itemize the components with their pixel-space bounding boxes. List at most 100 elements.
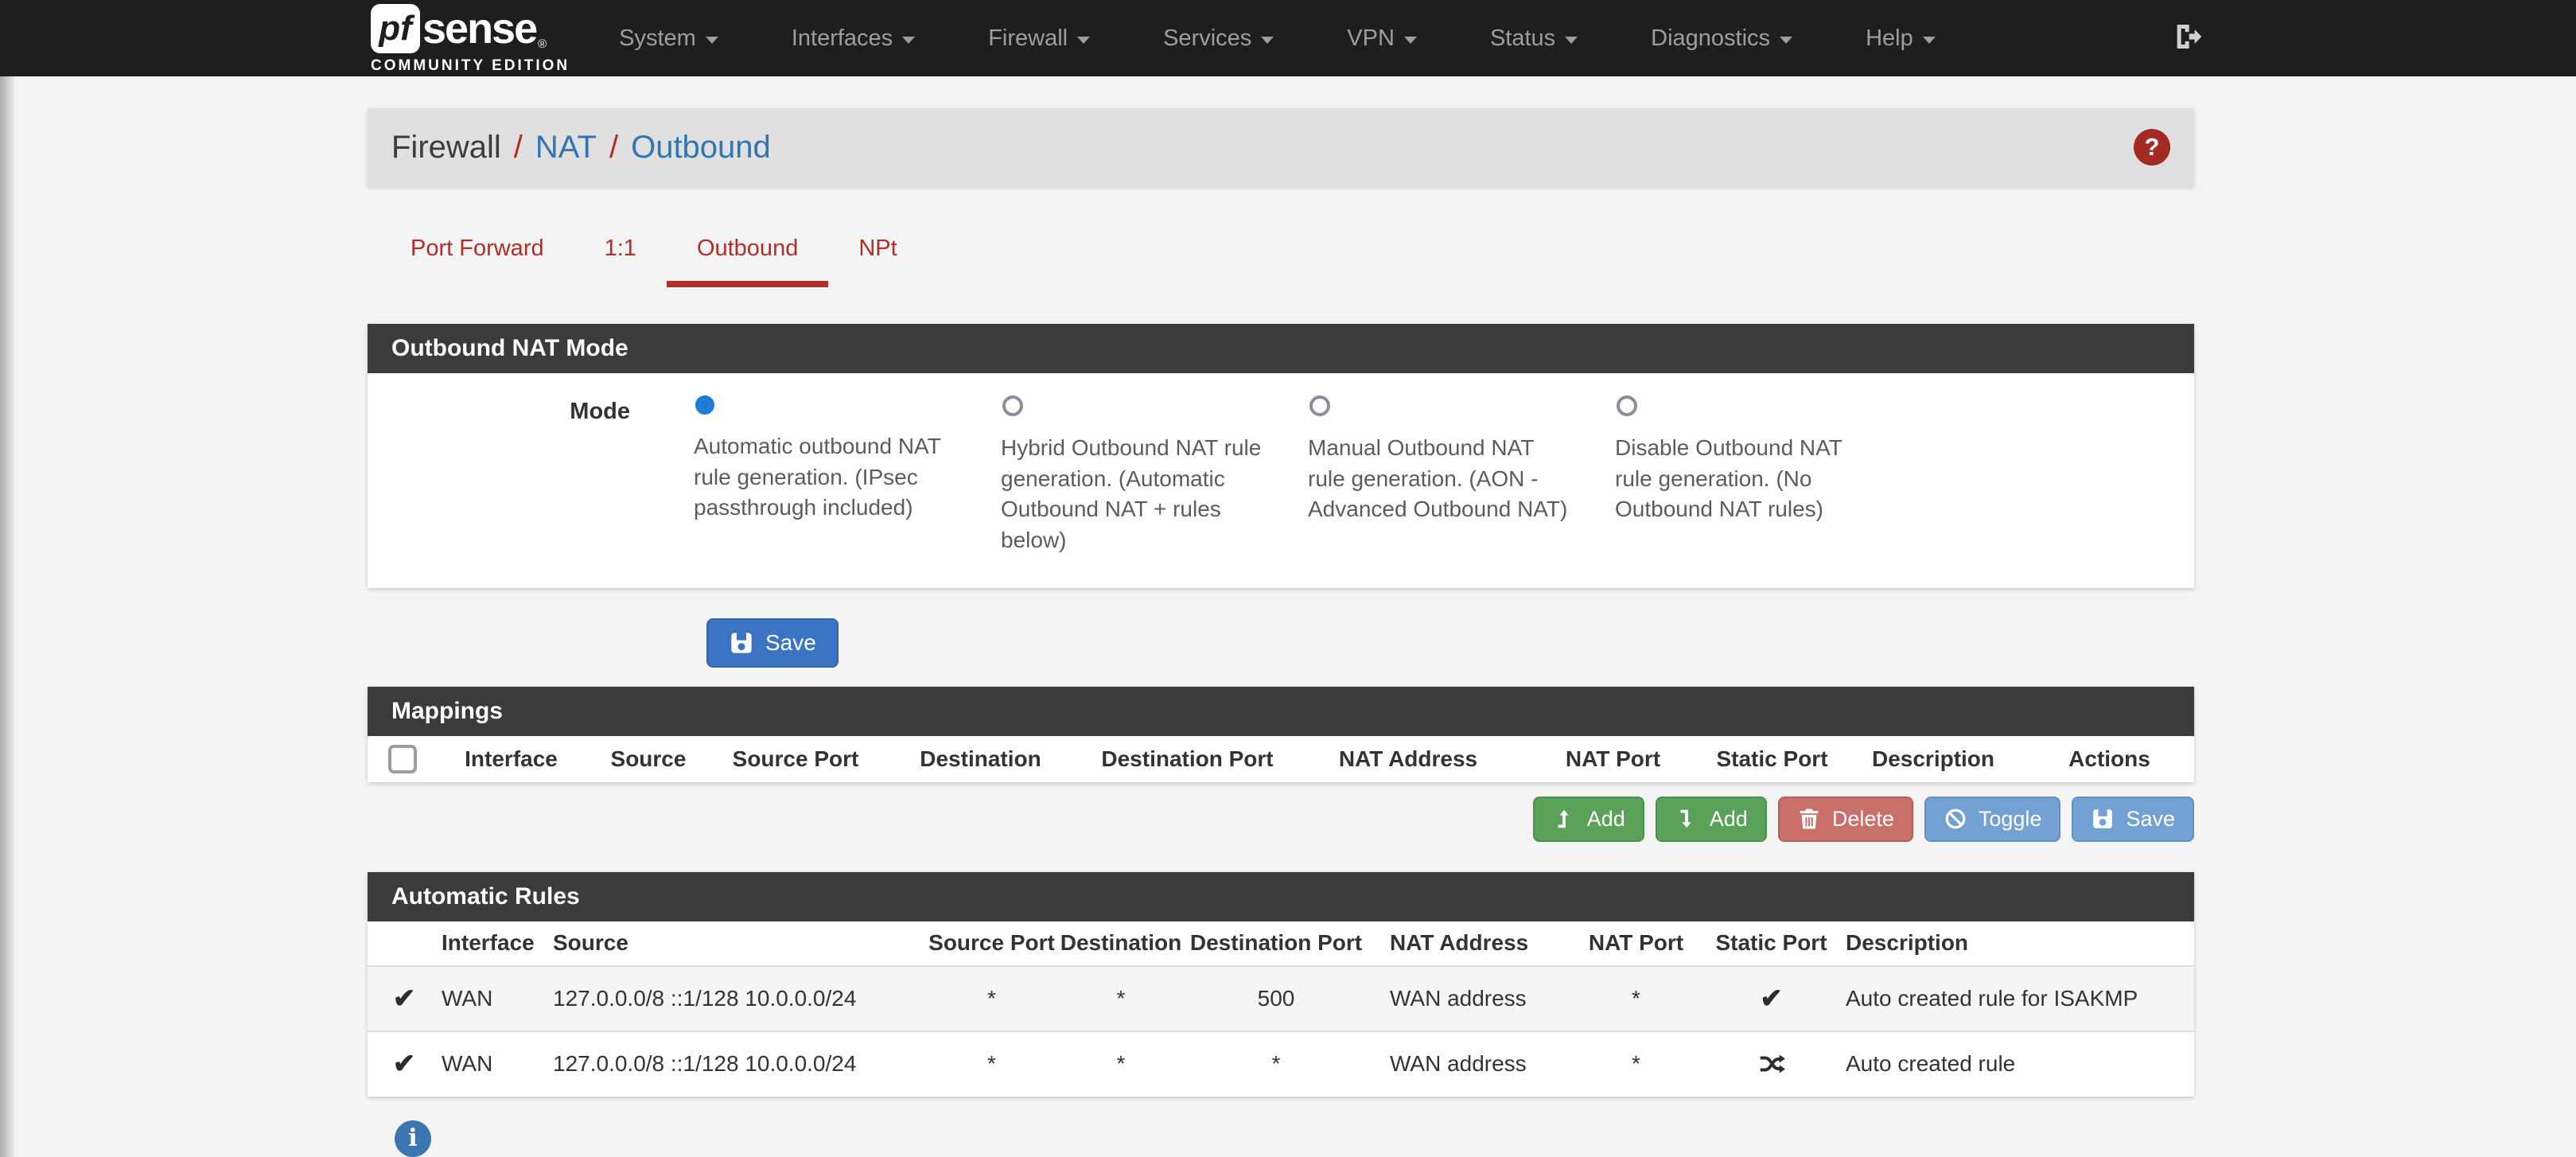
nav-item-label: Help [1866,25,1913,52]
cell-nat-port: * [1574,966,1698,1031]
cell-source-port: * [926,1031,1057,1097]
cell-source-port: * [926,966,1057,1031]
pfsense-logo-wordmark: pf sense ® [371,4,570,53]
level-down-icon [1675,807,1699,831]
cell-source: 127.0.0.0/8 ::1/128 10.0.0.0/24 [552,966,926,1031]
select-all-checkbox[interactable] [388,745,417,773]
nav-item-label: Diagnostics [1651,25,1770,52]
mode-radio-manual[interactable] [1309,395,1330,416]
nav-item-label: Status [1490,25,1555,52]
tab-npt[interactable]: NPt [828,236,927,287]
column-header: Interface [441,921,552,966]
community-edition-label: COMMUNITY EDITION [371,58,570,73]
info-icon: i [408,1124,417,1152]
column-header: Description [1842,736,2025,782]
top-navbar: pf sense ® COMMUNITY EDITION System Inte… [0,0,2576,76]
breadcrumb-bar: Firewall / NAT / Outbound ? [368,108,2194,186]
mappings-actions: Add Add Delete Toggle Save [368,797,2194,842]
sign-out-icon [2172,21,2204,56]
sense-wordmark: sense [422,7,536,50]
mode-radio-automatic[interactable] [695,395,714,415]
column-header: Destination [1057,921,1185,966]
cell-interface: WAN [441,966,552,1031]
add-rule-bottom-button[interactable]: Add [1656,797,1767,842]
chevron-down-icon [1077,37,1090,44]
add-button-label: Add [1710,807,1748,832]
save-button-label: Save [2126,807,2175,832]
save-icon [729,630,754,656]
column-header: Source Port [926,921,1057,966]
cell-nat-address: WAN address [1368,966,1574,1031]
nav-item-status[interactable]: Status [1490,25,1578,52]
chevron-down-icon [1923,37,1936,44]
toggle-button[interactable]: Toggle [1924,797,2061,842]
breadcrumb-link-nat[interactable]: NAT [535,130,597,166]
pfsense-logo[interactable]: pf sense ® COMMUNITY EDITION [371,4,570,73]
column-header: Static Port [1702,736,1842,782]
question-icon: ? [2145,133,2160,162]
panel-title: Automatic Rules [368,872,2194,921]
cell-destination-port: * [1185,1031,1368,1097]
shuffle-icon [1757,1050,1786,1074]
info-button[interactable]: i [395,1120,431,1157]
mappings-panel: Mappings Interface Source Source Port De… [368,687,2194,782]
nav-item-help[interactable]: Help [1866,25,1936,52]
breadcrumb-link-outbound[interactable]: Outbound [631,130,771,166]
level-up-icon [1552,807,1576,831]
status-column-header [368,921,441,966]
rule-enabled-check-icon: ✔ [393,984,416,1014]
column-header: Destination Port [1185,921,1368,966]
save-mappings-button[interactable]: Save [2072,797,2194,842]
tab-label: NPt [858,236,897,261]
mode-option-label: Manual Outbound NAT rule generation. (AO… [1308,433,1574,525]
tab-outbound[interactable]: Outbound [667,236,828,287]
column-header: Actions [2025,736,2194,782]
column-header: Description [1845,921,2194,966]
add-rule-top-button[interactable]: Add [1533,797,1644,842]
outbound-nat-mode-panel: Outbound NAT Mode Mode Automatic outboun… [368,324,2194,588]
chevron-down-icon [1780,37,1792,44]
nav-item-interfaces[interactable]: Interfaces [792,25,915,52]
column-header: NAT Address [1368,921,1574,966]
auto-rules-header-row: Interface Source Source Port Destination… [368,921,2194,966]
nav-item-diagnostics[interactable]: Diagnostics [1651,25,1792,52]
mode-radio-hybrid[interactable] [1002,395,1023,416]
cell-source: 127.0.0.0/8 ::1/128 10.0.0.0/24 [552,1031,926,1097]
nav-item-firewall[interactable]: Firewall [988,25,1090,52]
chevron-down-icon [1404,37,1417,44]
delete-button[interactable]: Delete [1778,797,1913,842]
breadcrumb-separator: / [609,130,618,166]
mode-option-automatic: Automatic outbound NAT rule generation. … [694,395,959,556]
mode-option-hybrid: Hybrid Outbound NAT rule generation. (Au… [1001,395,1267,556]
registered-mark: ® [538,38,547,50]
nav-item-label: VPN [1347,25,1395,52]
panel-title: Mappings [368,687,2194,736]
help-button[interactable]: ? [2134,129,2170,166]
logout-button[interactable] [2172,21,2204,56]
mode-radio-disable[interactable] [1617,395,1637,416]
toggle-button-label: Toggle [1979,807,2042,832]
mode-option-label: Disable Outbound NAT rule generation. (N… [1615,433,1881,525]
tab-port-forward[interactable]: Port Forward [380,236,574,287]
mode-field-label: Mode [391,395,630,556]
nav-item-label: Interfaces [792,25,893,52]
mode-option-label: Automatic outbound NAT rule generation. … [694,431,959,524]
chevron-down-icon [902,37,915,44]
tab-label: Outbound [697,236,798,261]
add-button-label: Add [1587,807,1625,832]
column-header: Interface [438,736,585,782]
cell-destination-port: 500 [1185,966,1368,1031]
cell-destination: * [1057,966,1185,1031]
column-header: NAT Address [1293,736,1523,782]
nav-item-services[interactable]: Services [1163,25,1274,52]
tab-1-1[interactable]: 1:1 [574,236,667,287]
nav-item-vpn[interactable]: VPN [1347,25,1417,52]
nav-item-system[interactable]: System [619,25,718,52]
panel-title: Outbound NAT Mode [368,324,2194,373]
mode-option-label: Hybrid Outbound NAT rule generation. (Au… [1001,433,1267,556]
cell-description: Auto created rule [1845,1031,2194,1097]
delete-button-label: Delete [1832,807,1894,832]
cell-description: Auto created rule for ISAKMP [1845,966,2194,1031]
save-mode-button[interactable]: Save [706,618,839,668]
cell-nat-port: * [1574,1031,1698,1097]
